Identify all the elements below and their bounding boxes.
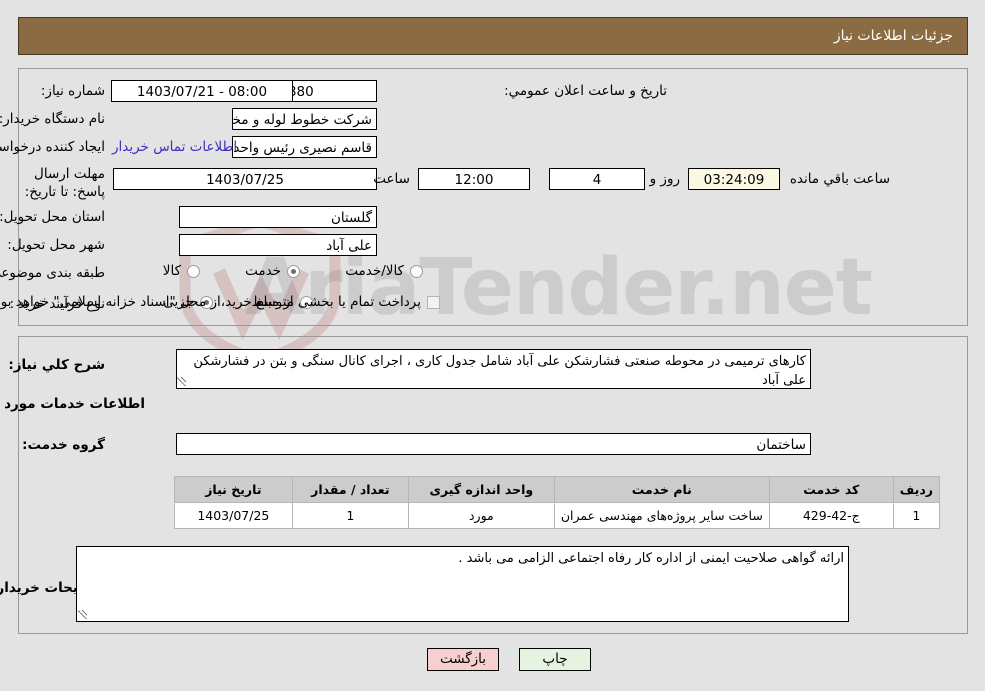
deadline-date-field[interactable]: 1403/07/25 — [113, 168, 377, 190]
province-label: استان محل تحویل: — [0, 209, 105, 225]
category-option-khedmat-label: خدمت — [245, 263, 281, 279]
col-service-code: کد خدمت — [768, 476, 894, 503]
buyer-contact-link[interactable]: اطلاعات تماس خریدار — [112, 139, 237, 155]
category-label: طبقه بندی موضوعی: — [0, 265, 105, 281]
radio-khedmat[interactable] — [287, 264, 300, 278]
remaining-time-field: 03:24:09 — [688, 168, 780, 190]
print-button[interactable]: چاپ — [519, 648, 591, 671]
city-label: شهر محل تحویل: — [7, 237, 105, 253]
radio-kala-khedmat[interactable] — [410, 264, 423, 278]
col-unit: واحد اندازه گیری — [407, 476, 555, 503]
general-desc-textarea[interactable]: کارهای ترمیمی در محوطه صنعتی فشارشکن علی… — [176, 349, 811, 389]
public-announce-field[interactable]: 08:00 - 1403/07/21 — [111, 80, 293, 102]
services-table: ردیف کد خدمت نام خدمت واحد اندازه گیری ت… — [173, 476, 941, 529]
need-number-label: شماره نیاز: — [40, 83, 105, 99]
general-desc-label: شرح کلي نیاز: — [8, 357, 105, 373]
category-option-kala-label: کالا — [162, 263, 181, 279]
cell-service-code: ج-42-429 — [768, 502, 894, 529]
province-field[interactable]: گلستان — [179, 206, 377, 228]
deadline-hour-field[interactable]: 12:00 — [418, 168, 530, 190]
col-need-date: تاریخ نیاز — [173, 476, 293, 503]
buyer-notes-textarea[interactable]: ارائه گواهی صلاحیت ایمنی از اداره کار رف… — [76, 546, 849, 622]
page-title: جزئیات اطلاعات نیاز — [833, 28, 953, 44]
page-root: AriaTender.net جزئیات اطلاعات نیاز شماره… — [0, 0, 985, 691]
buyer-org-field[interactable]: شرکت خطوط لوله و مخابرات نفت ایران — [232, 108, 377, 130]
payment-checkbox-label: پرداخت تمام یا بخشی از مبلغ خرید،از محل … — [0, 294, 421, 310]
need-info-panel — [18, 68, 968, 326]
public-announce-label: تاریخ و ساعت اعلان عمومي: — [504, 83, 667, 99]
table-header-row: ردیف کد خدمت نام خدمت واحد اندازه گیری ت… — [173, 476, 941, 503]
category-option-kala[interactable]: کالا — [163, 263, 200, 279]
category-option-khedmat[interactable]: خدمت — [245, 263, 300, 279]
col-row-no: ردیف — [892, 476, 941, 503]
services-heading: اطلاعات خدمات مورد نیاز — [0, 396, 145, 412]
city-field[interactable]: علی آباد — [179, 234, 377, 256]
requester-field[interactable]: قاسم نصیری رئیس واحد نگهداری و تعمیرات س… — [232, 136, 377, 158]
col-quantity: تعداد / مقدار — [291, 476, 409, 503]
remaining-time-label: ساعت باقي مانده — [789, 171, 890, 187]
deadline-label: مهلت ارسال پاسخ: تا تاریخ: — [24, 166, 105, 200]
service-group-label: گروه خدمت: — [22, 437, 105, 453]
cell-quantity: 1 — [291, 502, 409, 529]
buyer-org-label: نام دستگاه خریدار: — [0, 111, 105, 127]
category-option-kala-khedmat-label: کالا/خدمت — [345, 263, 404, 279]
cell-service-name: ساخت سایر پروژه‌های مهندسی عمران — [553, 502, 770, 529]
deadline-hour-label: ساعت — [373, 171, 410, 187]
page-header: جزئیات اطلاعات نیاز — [18, 17, 968, 55]
payment-checkbox-row[interactable]: پرداخت تمام یا بخشی از مبلغ خرید،از محل … — [0, 294, 440, 310]
col-service-name: نام خدمت — [553, 476, 770, 503]
back-button[interactable]: بازگشت — [427, 648, 499, 671]
payment-checkbox[interactable] — [427, 295, 440, 309]
radio-kala[interactable] — [187, 264, 200, 278]
cell-need-date: 1403/07/25 — [173, 502, 293, 529]
category-option-kala-khedmat[interactable]: کالا/خدمت — [345, 263, 423, 279]
cell-unit: مورد — [407, 502, 555, 529]
remaining-days-field[interactable]: 4 — [549, 168, 645, 190]
remaining-days-label: روز و — [649, 171, 680, 187]
requester-label: ایجاد کننده درخواست: — [0, 139, 105, 155]
service-group-field[interactable]: ساختمان — [176, 433, 811, 455]
table-row: 1 ج-42-429 ساخت سایر پروژه‌های مهندسی عم… — [173, 502, 941, 529]
cell-row-no: 1 — [892, 502, 941, 529]
